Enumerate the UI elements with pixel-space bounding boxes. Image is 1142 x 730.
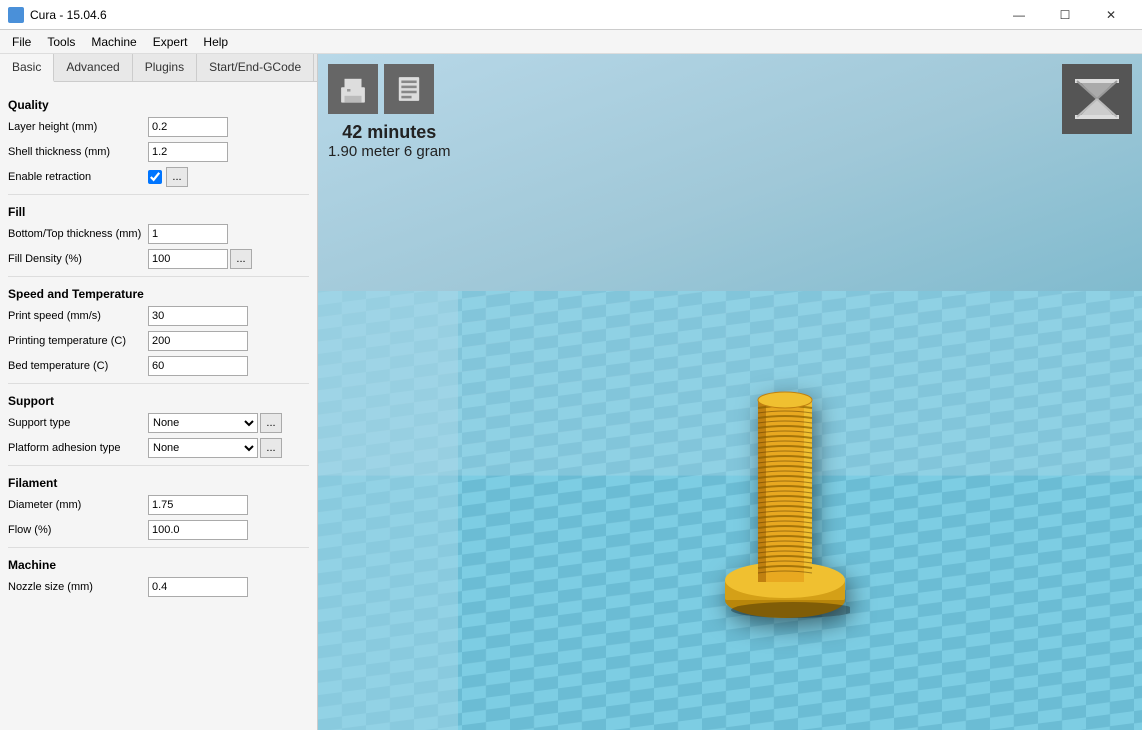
- menu-machine[interactable]: Machine: [83, 32, 144, 52]
- field-print-speed: Print speed (mm/s): [8, 305, 309, 327]
- input-fill-density[interactable]: [148, 249, 228, 269]
- label-print-speed: Print speed (mm/s): [8, 310, 148, 322]
- label-shell-thickness: Shell thickness (mm): [8, 146, 148, 158]
- title-bar: Cura - 15.04.6 — ☐ ✕: [0, 0, 1142, 30]
- menu-tools[interactable]: Tools: [39, 32, 83, 52]
- app-title: Cura - 15.04.6: [30, 8, 107, 22]
- label-print-temp: Printing temperature (C): [8, 335, 148, 347]
- label-enable-retraction: Enable retraction: [8, 171, 148, 183]
- input-print-speed[interactable]: [148, 306, 248, 326]
- field-nozzle-size: Nozzle size (mm): [8, 576, 309, 598]
- dots-support-type[interactable]: ...: [260, 413, 282, 433]
- menu-bar: File Tools Machine Expert Help: [0, 30, 1142, 54]
- section-speed-title: Speed and Temperature: [8, 287, 309, 301]
- field-layer-height: Layer height (mm): [8, 116, 309, 138]
- print-icon: [336, 72, 370, 106]
- input-nozzle-size[interactable]: [148, 577, 248, 597]
- label-nozzle-size: Nozzle size (mm): [8, 581, 148, 593]
- main-layout: Basic Advanced Plugins Start/End-GCode Q…: [0, 54, 1142, 730]
- input-bed-temp[interactable]: [148, 356, 248, 376]
- divider-5: [8, 547, 309, 548]
- menu-file[interactable]: File: [4, 32, 39, 52]
- viewport-3d[interactable]: 42 minutes 1.90 meter 6 gram: [318, 54, 1142, 730]
- label-flow: Flow (%): [8, 524, 148, 536]
- input-shell-thickness[interactable]: [148, 142, 228, 162]
- dots-platform-adhesion[interactable]: ...: [260, 438, 282, 458]
- menu-expert[interactable]: Expert: [145, 32, 196, 52]
- field-shell-thickness: Shell thickness (mm): [8, 141, 309, 163]
- input-layer-height[interactable]: [148, 117, 228, 137]
- slice-icon: [392, 72, 426, 106]
- tabs: Basic Advanced Plugins Start/End-GCode: [0, 54, 317, 82]
- select-platform-adhesion[interactable]: None Brim Raft: [148, 438, 258, 458]
- section-filament-title: Filament: [8, 476, 309, 490]
- support-type-wrapper: None Touching buildplate Everywhere ...: [148, 413, 282, 433]
- toolbar-btn-print[interactable]: [328, 64, 378, 114]
- maximize-button[interactable]: ☐: [1042, 0, 1088, 30]
- section-quality-title: Quality: [8, 98, 309, 112]
- app-icon: [8, 7, 24, 23]
- section-fill-title: Fill: [8, 205, 309, 219]
- print-material: 1.90 meter 6 gram: [328, 143, 451, 160]
- label-bed-temp: Bed temperature (C): [8, 360, 148, 372]
- cura-logo: [1062, 64, 1132, 134]
- field-print-temp: Printing temperature (C): [8, 330, 309, 352]
- settings-panel: Quality Layer height (mm) Shell thicknes…: [0, 82, 317, 607]
- divider-3: [8, 383, 309, 384]
- cura-logo-icon: [1067, 69, 1127, 129]
- label-layer-height: Layer height (mm): [8, 121, 148, 133]
- label-diameter: Diameter (mm): [8, 499, 148, 511]
- field-support-type: Support type None Touching buildplate Ev…: [8, 412, 309, 434]
- field-fill-density: Fill Density (%) ...: [8, 248, 309, 270]
- tab-basic[interactable]: Basic: [0, 54, 54, 82]
- section-support-title: Support: [8, 394, 309, 408]
- field-flow: Flow (%): [8, 519, 309, 541]
- field-bed-temp: Bed temperature (C): [8, 355, 309, 377]
- label-support-type: Support type: [8, 417, 148, 429]
- field-platform-adhesion: Platform adhesion type None Brim Raft ..…: [8, 437, 309, 459]
- left-panel: Basic Advanced Plugins Start/End-GCode Q…: [0, 54, 318, 730]
- title-bar-left: Cura - 15.04.6: [8, 7, 107, 23]
- field-diameter: Diameter (mm): [8, 494, 309, 516]
- print-time: 42 minutes: [328, 122, 451, 143]
- print-info: 42 minutes 1.90 meter 6 gram: [328, 122, 451, 160]
- label-fill-density: Fill Density (%): [8, 253, 148, 265]
- tab-advanced[interactable]: Advanced: [54, 54, 132, 81]
- dots-retraction[interactable]: ...: [166, 167, 188, 187]
- divider-2: [8, 276, 309, 277]
- label-platform-adhesion: Platform adhesion type: [8, 442, 148, 454]
- toolbar-btn-slice[interactable]: [384, 64, 434, 114]
- select-support-type[interactable]: None Touching buildplate Everywhere: [148, 413, 258, 433]
- input-flow[interactable]: [148, 520, 248, 540]
- dots-fill-density[interactable]: ...: [230, 249, 252, 269]
- tab-startend-gcode[interactable]: Start/End-GCode: [197, 54, 314, 81]
- checkbox-retraction[interactable]: [148, 170, 162, 184]
- field-bottom-top-thickness: Bottom/Top thickness (mm): [8, 223, 309, 245]
- divider-4: [8, 465, 309, 466]
- platform-adhesion-wrapper: None Brim Raft ...: [148, 438, 282, 458]
- window-controls: — ☐ ✕: [996, 0, 1134, 30]
- viewport-toolbar: [328, 64, 434, 114]
- input-print-temp[interactable]: [148, 331, 248, 351]
- divider-1: [8, 194, 309, 195]
- input-diameter[interactable]: [148, 495, 248, 515]
- field-enable-retraction: Enable retraction ...: [8, 166, 309, 188]
- section-machine-title: Machine: [8, 558, 309, 572]
- input-bottom-top-thickness[interactable]: [148, 224, 228, 244]
- label-bottom-top-thickness: Bottom/Top thickness (mm): [8, 228, 148, 240]
- bolt-object: [720, 350, 850, 630]
- tab-plugins[interactable]: Plugins: [133, 54, 197, 81]
- minimize-button[interactable]: —: [996, 0, 1042, 30]
- menu-help[interactable]: Help: [195, 32, 236, 52]
- close-button[interactable]: ✕: [1088, 0, 1134, 30]
